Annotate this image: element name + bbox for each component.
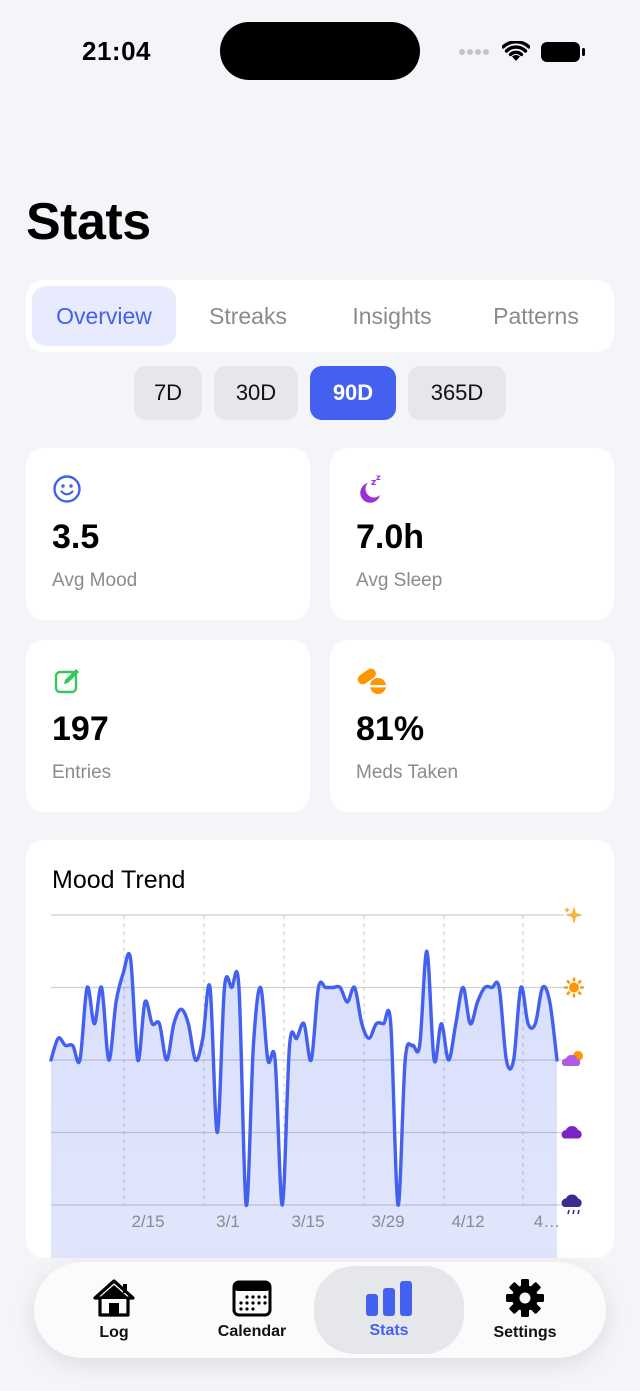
gear-icon xyxy=(506,1279,544,1317)
sparkles-icon xyxy=(564,906,583,924)
rain-cloud-icon xyxy=(561,1194,582,1215)
mood-trend-chart: 2/15 3/1 3/15 3/29 4/12 4… xyxy=(49,906,584,1258)
cellular-signal-icon xyxy=(459,49,489,55)
entries-value: 197 xyxy=(52,710,109,748)
sun-behind-cloud-icon xyxy=(561,1051,583,1066)
page-title: Stats xyxy=(26,193,151,251)
stats-segmented-control: Overview Streaks Insights Patterns xyxy=(26,280,614,352)
tab-patterns[interactable]: Patterns xyxy=(464,286,608,346)
pills-icon xyxy=(357,668,386,694)
x-tick-label: 2/15 xyxy=(131,1212,164,1231)
range-30d-button[interactable]: 30D xyxy=(214,366,298,420)
dynamic-island xyxy=(220,22,420,80)
x-tick-label: 4… xyxy=(534,1212,560,1231)
entries-label: Entries xyxy=(52,762,112,783)
tab-settings-label: Settings xyxy=(493,1324,557,1341)
edit-square-icon xyxy=(54,669,79,694)
tab-calendar[interactable]: Calendar xyxy=(202,1262,302,1358)
avg-sleep-value: 7.0h xyxy=(356,518,425,556)
smiley-icon xyxy=(53,475,81,503)
tab-stats[interactable]: Stats xyxy=(314,1266,464,1354)
status-icons xyxy=(458,38,586,66)
tab-settings[interactable]: Settings xyxy=(480,1262,570,1358)
range-90d-button[interactable]: 90D xyxy=(310,366,396,420)
avg-mood-label: Avg Mood xyxy=(52,570,138,591)
house-icon xyxy=(93,1279,135,1317)
cloud-icon xyxy=(561,1126,582,1139)
bar-chart-icon xyxy=(366,1281,412,1316)
range-365d-button[interactable]: 365D xyxy=(408,366,506,420)
tab-log[interactable]: Log xyxy=(70,1262,158,1358)
status-bar: 21:04 xyxy=(0,0,640,100)
x-tick-label: 3/29 xyxy=(371,1212,404,1231)
tab-insights[interactable]: Insights xyxy=(320,286,464,346)
range-7d-button[interactable]: 7D xyxy=(134,366,202,420)
moon-zzz-icon: z z xyxy=(360,474,381,503)
status-time: 21:04 xyxy=(82,36,151,66)
tab-stats-label: Stats xyxy=(369,1322,409,1339)
sun-icon xyxy=(564,977,584,998)
tab-calendar-label: Calendar xyxy=(217,1323,287,1340)
avg-sleep-card: z z 7.0h Avg Sleep xyxy=(330,448,614,620)
avg-mood-value: 3.5 xyxy=(52,518,100,556)
entries-card: 197 Entries xyxy=(26,640,310,812)
meds-taken-card: 81% Meds Taken xyxy=(330,640,614,812)
x-tick-label: 3/15 xyxy=(291,1212,324,1231)
avg-sleep-label: Avg Sleep xyxy=(356,570,443,591)
tab-streaks[interactable]: Streaks xyxy=(176,286,320,346)
battery-icon xyxy=(541,42,585,62)
range-selector: 7D 30D 90D 365D xyxy=(0,366,640,420)
wifi-icon xyxy=(502,41,530,61)
avg-mood-card: 3.5 Avg Mood xyxy=(26,448,310,620)
calendar-icon xyxy=(232,1280,272,1317)
meds-taken-label: Meds Taken xyxy=(356,762,459,783)
mood-trend-card: Mood Trend 2/15 3/1 3/15 3/29 4/12 4… xyxy=(26,840,614,1258)
bottom-tab-bar: Log Calendar Stats Settings xyxy=(34,1262,606,1358)
svg-text:z: z xyxy=(376,474,381,482)
x-tick-label: 4/12 xyxy=(451,1212,484,1231)
tab-overview[interactable]: Overview xyxy=(32,286,176,346)
meds-taken-value: 81% xyxy=(356,710,425,748)
x-tick-label: 3/1 xyxy=(216,1212,240,1231)
tab-log-label: Log xyxy=(99,1324,129,1341)
